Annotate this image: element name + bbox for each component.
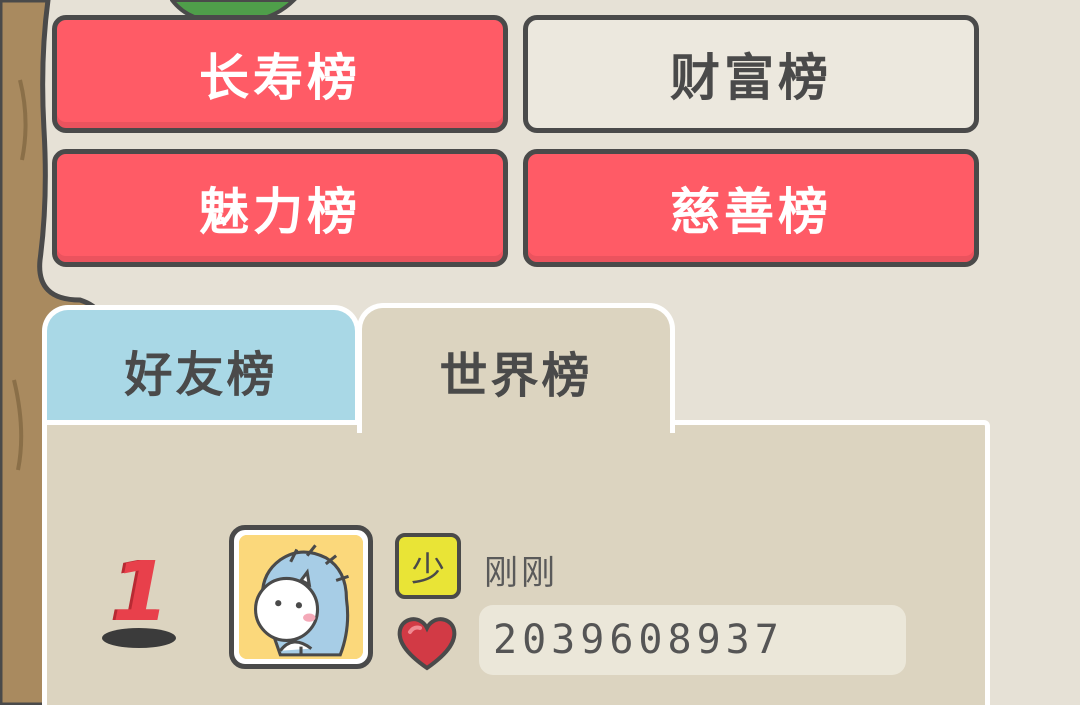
player-name: 刚刚 bbox=[484, 553, 558, 593]
score-box: 2039608937 bbox=[479, 605, 906, 675]
hedgehog-avatar-icon bbox=[239, 535, 363, 659]
rank-number: 1 bbox=[112, 545, 170, 640]
longevity-ranking-button[interactable]: 长寿榜 bbox=[52, 15, 508, 133]
tab-friends[interactable]: 好友榜 bbox=[42, 305, 360, 429]
charity-ranking-button[interactable]: 慈善榜 bbox=[523, 149, 979, 267]
age-badge: 少 bbox=[395, 533, 461, 599]
tab-world[interactable]: 世界榜 bbox=[357, 303, 675, 433]
score-value: 2039608937 bbox=[493, 617, 784, 663]
player-avatar[interactable] bbox=[229, 525, 373, 669]
charm-ranking-button[interactable]: 魅力榜 bbox=[52, 149, 508, 267]
leaderboard-screen: 长寿榜 财富榜 魅力榜 慈善榜 好友榜 世界榜 1 少 刚刚 203960893… bbox=[0, 0, 1080, 705]
wealth-ranking-button[interactable]: 财富榜 bbox=[523, 15, 979, 133]
heart-icon bbox=[397, 617, 457, 671]
